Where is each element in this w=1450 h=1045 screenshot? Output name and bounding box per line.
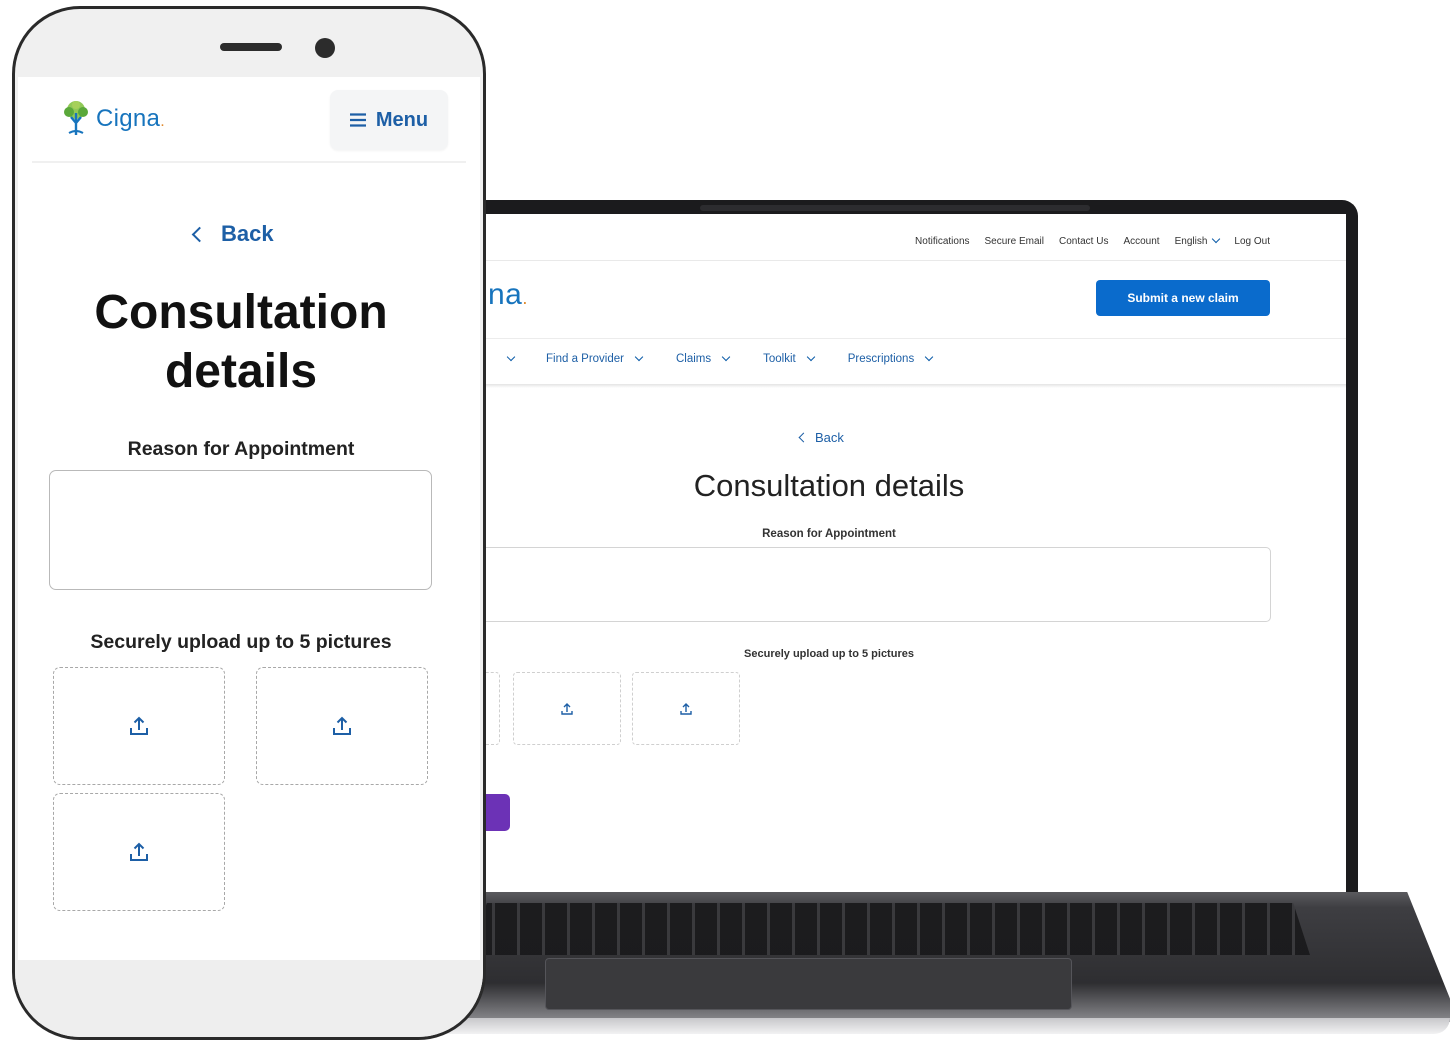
reason-textarea[interactable] [49,470,432,590]
nav-item-claims[interactable]: Claims [675,352,731,365]
phone-screen: Cigna. Menu Back Consultation details Re… [18,77,480,960]
chevron-down-icon [721,352,731,362]
laptop-front-edge [380,1018,1450,1034]
language-select[interactable]: English [1174,234,1221,247]
upload-label: Securely upload up to 5 pictures [90,631,392,653]
trackpad [545,958,1072,1010]
submit-new-claim-button[interactable]: Submit a new claim [1096,280,1270,316]
upload-icon [561,702,573,715]
upload-label: Securely upload up to 5 pictures [744,648,914,660]
reason-label: Reason for Appointment [762,528,896,540]
mobile-back-link[interactable]: Back [191,221,274,247]
upload-tile[interactable] [53,793,225,911]
upload-icon [680,702,692,715]
logo-dot: . [160,113,165,130]
nav-item-label: Claims [675,353,712,365]
contact-us-link[interactable]: Contact Us [1059,236,1108,247]
logo-text-wrap: Cigna. [96,105,165,133]
desktop-logo[interactable]: na. [488,278,528,312]
phone-camera [315,38,335,58]
desktop-main-nav: Find a Provider Claims Toolkit Prescript… [468,349,966,369]
reason-textarea[interactable] [468,547,1271,622]
notifications-link[interactable]: Notifications [915,236,969,247]
divider [468,260,1346,261]
upload-tile[interactable] [256,667,428,785]
chevron-left-icon [798,432,809,443]
laptop-screen: Notifications Secure Email Contact Us Ac… [468,214,1346,892]
language-label: English [1174,236,1208,247]
nav-item-label: Find a Provider [546,353,624,365]
back-label: Back [815,430,844,445]
laptop-camera-bar [700,205,1090,211]
menu-label: Menu [375,108,429,131]
chevron-down-icon [634,352,644,362]
page-title-container: Consultation details [468,468,1190,504]
page-title: Consultation details [36,283,446,401]
keyboard [470,903,1310,955]
page-title-line2: details [164,345,318,398]
logo-text: Cigna [96,105,161,132]
nav-item-partial[interactable] [502,352,516,362]
mobile-logo[interactable]: Cigna. [60,99,165,139]
upload-tile[interactable] [513,672,621,745]
chevron-down-icon [924,352,934,362]
nav-item-label: Prescriptions [847,353,915,365]
secure-email-link[interactable]: Secure Email [985,236,1044,247]
nav-item-find-a-provider[interactable]: Find a Provider [546,352,644,365]
upload-icon [333,716,351,735]
phone-chin [15,960,483,1037]
upload-tile[interactable] [632,672,740,745]
header-divider [32,161,466,163]
hamburger-icon [349,113,366,127]
upload-icon [130,842,148,861]
tree-logo-icon [64,101,88,135]
desktop-back-link[interactable]: Back [798,430,844,445]
upload-tile[interactable] [53,667,225,785]
chevron-down-icon [1212,234,1221,244]
account-link[interactable]: Account [1123,236,1159,247]
page-title: Consultation details [693,468,965,503]
desktop-utility-nav: Notifications Secure Email Contact Us Ac… [915,234,1270,247]
logo-dot: . [522,288,528,308]
log-out-link[interactable]: Log Out [1234,236,1270,247]
menu-button[interactable]: Menu [330,90,448,150]
nav-shadow [468,384,1346,388]
nav-item-prescriptions[interactable]: Prescriptions [847,352,934,365]
logo-text: na [488,278,523,311]
nav-item-toolkit[interactable]: Toolkit [763,352,815,365]
page-title-line1: Consultation [94,286,388,339]
chevron-down-icon [506,352,516,362]
chevron-left-icon [191,226,208,242]
phone-speaker [220,43,282,51]
chevron-down-icon [806,352,815,362]
divider [468,338,1346,339]
nav-item-label: Toolkit [763,353,796,365]
upload-icon [130,716,148,735]
reason-label: Reason for Appointment [127,438,355,460]
phone-frame: Cigna. Menu Back Consultation details Re… [12,6,486,1040]
back-label: Back [221,221,274,246]
